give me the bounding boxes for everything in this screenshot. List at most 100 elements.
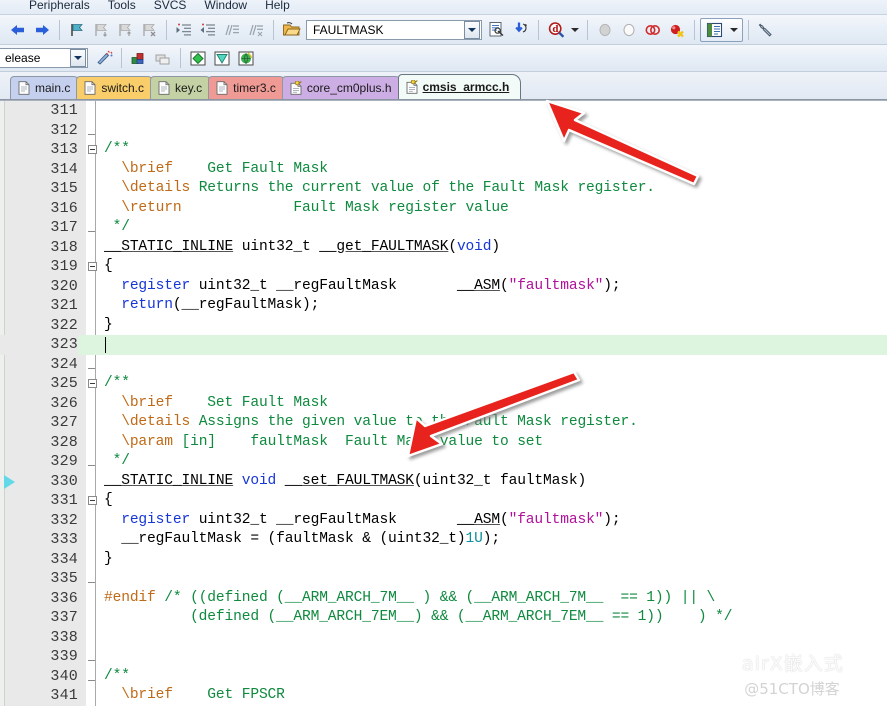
tab-switch-c[interactable]: switch.c bbox=[76, 76, 157, 99]
open-file-icon[interactable] bbox=[280, 19, 302, 41]
code-line[interactable]: 333 __regFaultMask = (faultMask & (uint3… bbox=[0, 530, 887, 550]
goto-definition-icon[interactable] bbox=[510, 19, 532, 41]
fold-collapse-icon[interactable] bbox=[88, 262, 97, 271]
menu-item-tools[interactable]: Tools bbox=[99, 0, 145, 12]
manage-runtime-env-icon[interactable] bbox=[211, 47, 233, 69]
code-text[interactable]: \brief Set Fault Mask bbox=[104, 394, 328, 414]
build-target-icon[interactable] bbox=[128, 47, 150, 69]
configure-wrench-icon[interactable] bbox=[755, 19, 777, 41]
code-line[interactable]: 316 \return Fault Mask register value bbox=[0, 199, 887, 219]
code-lines-container[interactable]: 311 312 313/** 314 \brief Get Fault Mask 315… bbox=[0, 101, 887, 706]
code-text[interactable]: (defined (__ARM_ARCH_7EM__) && (__ARM_AR… bbox=[104, 608, 732, 628]
code-text[interactable]: \brief Get FPSCR bbox=[104, 686, 285, 706]
code-line[interactable]: 320 register uint32_t __regFaultMask __A… bbox=[0, 277, 887, 297]
tab-timer3-c[interactable]: timer3.c bbox=[208, 76, 288, 99]
magnifier-dropdown-caret-icon[interactable] bbox=[569, 19, 581, 41]
code-text[interactable]: { bbox=[104, 257, 113, 277]
fold-collapse-icon[interactable] bbox=[88, 496, 97, 505]
code-line[interactable]: 318 __STATIC_INLINE uint32_t __get_FAULTM… bbox=[0, 238, 887, 258]
indent-left-icon[interactable] bbox=[197, 19, 219, 41]
code-line[interactable]: 311 bbox=[0, 101, 887, 121]
code-line[interactable]: 314 \brief Get Fault Mask bbox=[0, 160, 887, 180]
pack-installer-icon[interactable] bbox=[235, 47, 257, 69]
code-line[interactable]: 337 (defined (__ARM_ARCH_7EM__) && (__AR… bbox=[0, 608, 887, 628]
next-bookmark-icon[interactable] bbox=[114, 19, 136, 41]
code-text[interactable]: { bbox=[104, 491, 113, 511]
code-line[interactable]: 340 /** bbox=[0, 667, 887, 687]
code-line[interactable]: 329 */ bbox=[0, 452, 887, 472]
symbol-search-dropdown-button[interactable] bbox=[464, 20, 480, 39]
code-text[interactable]: __STATIC_INLINE uint32_t __get_FAULTMASK… bbox=[104, 238, 500, 258]
code-line[interactable]: 312 bbox=[0, 121, 887, 141]
magnifier-d-icon[interactable]: d bbox=[545, 19, 567, 41]
code-line[interactable]: 313 /** bbox=[0, 140, 887, 160]
code-line[interactable]: 334} bbox=[0, 550, 887, 570]
uncomment-block-icon[interactable] bbox=[245, 19, 267, 41]
code-line[interactable]: 319 { bbox=[0, 257, 887, 277]
prev-bookmark-icon[interactable] bbox=[90, 19, 112, 41]
window-layout-caret-icon[interactable] bbox=[727, 19, 740, 41]
code-line[interactable]: 324 bbox=[0, 355, 887, 375]
code-text[interactable]: */ bbox=[104, 218, 130, 238]
code-line[interactable]: 335 bbox=[0, 569, 887, 589]
code-text[interactable]: return(__regFaultMask); bbox=[104, 296, 319, 316]
code-line[interactable]: 341 \brief Get FPSCR bbox=[0, 686, 887, 706]
clear-bookmarks-icon[interactable] bbox=[138, 19, 160, 41]
code-line[interactable]: 331 { bbox=[0, 491, 887, 511]
code-line[interactable]: 330 __STATIC_INLINE void __set_FAULTMASK(… bbox=[0, 472, 887, 492]
code-line[interactable]: 327 \details Assigns the given value to … bbox=[0, 413, 887, 433]
code-line[interactable]: 326 \brief Set Fault Mask bbox=[0, 394, 887, 414]
code-text[interactable]: /** bbox=[104, 140, 130, 160]
code-line[interactable]: 325 /** bbox=[0, 374, 887, 394]
code-text[interactable]: /** bbox=[104, 374, 130, 394]
insert-bookmark-icon[interactable] bbox=[66, 19, 88, 41]
code-text[interactable]: #endif /* ((defined (__ARM_ARCH_7M__ ) &… bbox=[104, 589, 715, 609]
target-select-value[interactable]: elease bbox=[0, 49, 70, 67]
code-editor[interactable]: 311 312 313/** 314 \brief Get Fault Mask 315… bbox=[0, 100, 887, 706]
comment-block-icon[interactable] bbox=[221, 19, 243, 41]
menu-item-svcs[interactable]: SVCS bbox=[145, 0, 196, 12]
menu-item-window[interactable]: Window bbox=[195, 0, 256, 12]
target-select-combo[interactable]: elease bbox=[0, 48, 88, 68]
code-line[interactable]: 336 #endif /* ((defined (__ARM_ARCH_7M__ … bbox=[0, 589, 887, 609]
window-layout-group[interactable] bbox=[700, 17, 743, 42]
code-text[interactable]: } bbox=[104, 550, 113, 570]
tab-cmsis-armcc-h[interactable]: cmsis_armcc.h bbox=[397, 74, 522, 99]
window-layout-icon[interactable] bbox=[703, 19, 725, 41]
code-text[interactable]: __STATIC_INLINE void __set_FAULTMASK(uin… bbox=[104, 472, 586, 492]
code-text[interactable]: \brief Get Fault Mask bbox=[104, 160, 328, 180]
indent-right-icon[interactable] bbox=[173, 19, 195, 41]
find-in-files-icon[interactable] bbox=[486, 19, 508, 41]
code-text[interactable]: register uint32_t __regFaultMask __ASM("… bbox=[104, 511, 620, 531]
code-line[interactable]: 315 \details Returns the current value o… bbox=[0, 179, 887, 199]
target-select-dropdown-button[interactable] bbox=[70, 49, 86, 67]
code-line[interactable]: 328 \param [in] faultMask Fault Mask val… bbox=[0, 433, 887, 453]
code-text[interactable]: \param [in] faultMask Fault Mask value t… bbox=[104, 433, 543, 453]
code-text[interactable]: } bbox=[104, 316, 113, 336]
batch-build-icon[interactable] bbox=[152, 47, 174, 69]
bookmark-marker-icon[interactable] bbox=[4, 474, 15, 489]
tab-main-c[interactable]: main.c bbox=[10, 76, 83, 99]
code-line[interactable]: 338 bbox=[0, 628, 887, 648]
back-arrow-icon[interactable] bbox=[7, 19, 29, 41]
symbol-search-combo[interactable]: FAULTMASK bbox=[306, 19, 482, 40]
code-text[interactable]: /** bbox=[104, 667, 130, 687]
code-line[interactable]: 321 return(__regFaultMask); bbox=[0, 296, 887, 316]
code-text[interactable]: \return Fault Mask register value bbox=[104, 199, 509, 219]
code-line[interactable]: 332 register uint32_t __regFaultMask __A… bbox=[0, 511, 887, 531]
breakpoint-disable-icon[interactable] bbox=[642, 19, 664, 41]
code-line[interactable]: 317 */ bbox=[0, 218, 887, 238]
menu-item-peripherals[interactable]: Peripherals bbox=[20, 0, 99, 12]
tab-key-c[interactable]: key.c bbox=[150, 76, 215, 99]
manage-components-icon[interactable] bbox=[187, 47, 209, 69]
code-text[interactable]: register uint32_t __regFaultMask __ASM("… bbox=[104, 277, 620, 297]
code-line[interactable]: 322} bbox=[0, 316, 887, 336]
target-options-wizard-icon[interactable] bbox=[93, 47, 115, 69]
code-line[interactable]: 323 bbox=[0, 335, 887, 355]
code-text[interactable]: */ bbox=[104, 452, 130, 472]
code-text[interactable]: \details Assigns the given value to the … bbox=[104, 413, 638, 433]
fold-collapse-icon[interactable] bbox=[88, 145, 97, 154]
symbol-search-value[interactable]: FAULTMASK bbox=[307, 21, 464, 39]
menu-item-help[interactable]: Help bbox=[256, 0, 299, 12]
code-text[interactable]: \details Returns the current value of th… bbox=[104, 179, 655, 199]
